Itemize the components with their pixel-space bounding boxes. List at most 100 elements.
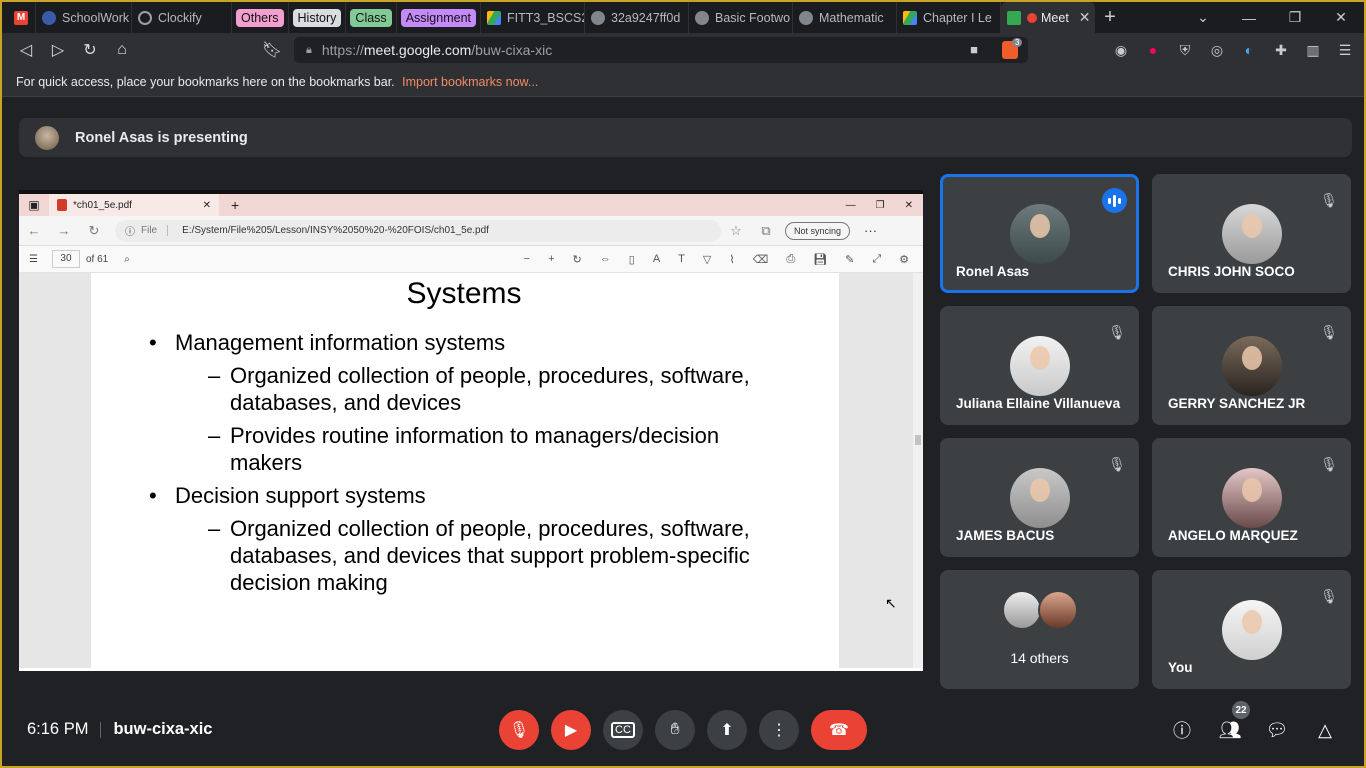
mic-off-icon: 🎙︎ xyxy=(1320,587,1338,604)
extension-1-icon[interactable]: ◉ xyxy=(1110,39,1132,61)
present-screen-icon: ⬆︎ xyxy=(720,722,734,739)
chat-button[interactable]: 💬︎ xyxy=(1257,710,1297,750)
more-icon: ··· xyxy=(864,223,878,238)
self-tile[interactable]: 🎙︎ You xyxy=(1152,570,1351,689)
page-number-field: 30 xyxy=(51,250,80,268)
puzzle-icon[interactable]: ✚ xyxy=(1270,39,1292,61)
restore-icon[interactable]: ❐ xyxy=(1272,2,1318,33)
recording-icon xyxy=(1027,12,1037,23)
avatar xyxy=(1010,204,1070,264)
extension-5-icon[interactable]: ◐ xyxy=(1238,39,1260,61)
tab-group-others[interactable]: Others xyxy=(232,2,289,33)
raise-hand-button[interactable]: ✋︎ xyxy=(655,710,695,750)
meeting-info: 6:16 PM buw-cixa-xic xyxy=(27,720,213,738)
tab-meet[interactable]: Meet ✕ xyxy=(1001,2,1095,33)
participant-tile[interactable]: 🎙︎ Juliana Ellaine Villanueva xyxy=(940,306,1139,425)
sub-bullet: Provides routine information to managers… xyxy=(208,422,750,476)
globe-icon xyxy=(591,10,605,25)
ublock-icon[interactable]: ⛨ xyxy=(1174,39,1196,61)
tab-fitt3[interactable]: FITT3_BSCS2 xyxy=(481,2,585,33)
globe-icon xyxy=(799,10,813,25)
forward-icon[interactable]: ▷ xyxy=(42,34,74,66)
extensions-area: ◉ ● ⛨ ◎ ◐ ✚ ▥ ☰ xyxy=(1110,39,1356,61)
avatar xyxy=(1222,204,1282,264)
browser-window: M SchoolWork Clockify Others History Cla… xyxy=(0,0,1366,768)
slide-title: Systems xyxy=(406,277,522,310)
activities-icon: △ xyxy=(1318,719,1332,740)
new-tab-button[interactable]: + xyxy=(1095,6,1125,29)
tab-search-icon[interactable]: ⌄ xyxy=(1180,2,1226,33)
mic-off-icon: 🎙︎ xyxy=(1108,323,1126,340)
camera-off-icon: ▶︎ xyxy=(564,722,578,739)
presenting-banner: Ronel Asas is presenting xyxy=(19,118,1352,157)
tab-group-history[interactable]: History xyxy=(289,2,347,33)
info-icon: ⓘ xyxy=(1173,721,1191,741)
globe-icon xyxy=(695,10,709,25)
extension-4-icon[interactable]: ◎ xyxy=(1206,39,1228,61)
import-bookmarks-link[interactable]: Import bookmarks now... xyxy=(402,75,538,89)
camera-in-use-icon[interactable]: ■ xyxy=(970,42,978,57)
captions-button[interactable]: CC xyxy=(603,710,643,750)
avatar xyxy=(1222,468,1282,528)
participant-tile[interactable]: 🎙︎ JAMES BACUS xyxy=(940,438,1139,557)
sub-bullet: Organized collection of people, procedur… xyxy=(208,362,750,416)
shared-screen: ▣ *ch01_5e.pdf ✕ + — ❐ ✕ ← → ↻ ⓘ File E:/S… xyxy=(19,190,923,671)
participant-tile[interactable]: 🎙︎ CHRIS JOHN SOCO xyxy=(1152,174,1351,293)
extension-2-icon[interactable]: ● xyxy=(1142,39,1164,61)
bullet-dss: Decision support systems xyxy=(149,482,426,509)
back-icon[interactable]: ◁ xyxy=(10,34,42,66)
address-bar[interactable]: 🔒︎ https://meet.google.com/buw-cixa-xic … xyxy=(294,37,1028,63)
back-icon: ← xyxy=(27,223,41,238)
captions-icon: CC xyxy=(611,722,635,738)
brave-shields-icon[interactable]: 3 xyxy=(1002,38,1023,59)
more-vert-icon: ⋮ xyxy=(771,722,787,739)
mic-off-icon: 🎙︎ xyxy=(1320,323,1338,340)
tab-strip: M SchoolWork Clockify Others History Cla… xyxy=(2,2,1364,33)
reload-icon[interactable]: ↻ xyxy=(74,34,106,66)
participant-tile[interactable]: Ronel Asas xyxy=(940,174,1139,293)
mic-toggle-button[interactable]: 🎙︎ xyxy=(499,710,539,750)
avatar xyxy=(1010,468,1070,528)
gmail-icon: M xyxy=(14,10,28,25)
leave-call-button[interactable]: ☎︎ xyxy=(811,710,867,750)
home-icon[interactable]: ⌂ xyxy=(106,34,138,66)
favorites-icon: ☆ xyxy=(730,222,742,238)
menu-icon[interactable]: ☰ xyxy=(1334,39,1356,61)
mic-off-icon: 🎙︎ xyxy=(508,722,530,739)
tab-mathematics[interactable]: Mathematic xyxy=(793,2,897,33)
shared-address-bar: ← → ↻ ⓘ File E:/System/File%205/Lesson/I… xyxy=(19,216,923,246)
tab-32a9247[interactable]: 32a9247ff0d xyxy=(585,2,689,33)
meeting-details-button[interactable]: ⓘ xyxy=(1162,710,1202,750)
pdf-tools: − + ↻ ⇔ ▯ A T ▽ ⌇ ⌫ ⎙ 💾︎ ✎ ⤢ ⚙ xyxy=(523,252,909,266)
tab-schoolwork[interactable]: SchoolWork xyxy=(36,2,132,33)
drive-icon xyxy=(487,10,501,25)
close-window-icon[interactable]: ✕ xyxy=(1318,2,1364,33)
shared-pdf-tab: *ch01_5e.pdf ✕ xyxy=(49,194,219,216)
mouse-cursor: ↖ xyxy=(885,595,897,611)
pdf-toolbar: ☰ 30 of 61 ⌕ − + ↻ ⇔ ▯ A T ▽ ⌇ ⌫ ⎙ 💾︎ ✎ ⤢ ⚙ xyxy=(19,246,923,273)
shared-url-field: ⓘ File E:/System/File%205/Lesson/INSY%20… xyxy=(115,219,721,242)
tab-gmail[interactable]: M xyxy=(2,2,36,33)
tab-group-class[interactable]: Class xyxy=(346,2,397,33)
tab-basic-footwork[interactable]: Basic Footwo xyxy=(689,2,793,33)
activities-button[interactable]: △ xyxy=(1305,710,1345,750)
tab-clockify[interactable]: Clockify xyxy=(132,2,232,33)
people-icon: 👥︎ xyxy=(1218,719,1242,740)
present-button[interactable]: ⬆︎ xyxy=(707,710,747,750)
close-tab-icon[interactable]: ✕ xyxy=(1079,9,1091,26)
meet-stage: Ronel Asas is presenting ▣ *ch01_5e.pdf … xyxy=(2,98,1364,766)
bookmark-icon[interactable]: 🔖︎ xyxy=(256,34,288,66)
participant-tile[interactable]: 🎙︎ GERRY SANCHEZ JR xyxy=(1152,306,1351,425)
shared-browser-tabs: ▣ *ch01_5e.pdf ✕ + — ❐ ✕ xyxy=(19,194,923,216)
others-tile[interactable]: 14 others xyxy=(940,570,1139,689)
tab-chapter[interactable]: Chapter I Le xyxy=(897,2,1001,33)
participant-tile[interactable]: 🎙︎ ANGELO MARQUEZ xyxy=(1152,438,1351,557)
close-icon: ✕ xyxy=(202,199,211,211)
tab-group-assignment[interactable]: Assignment xyxy=(397,2,481,33)
sidebar-icon[interactable]: ▥ xyxy=(1302,39,1324,61)
contents-icon: ☰ xyxy=(29,253,38,265)
bookmarks-bar: For quick access, place your bookmarks h… xyxy=(2,67,1364,97)
minimize-icon[interactable]: — xyxy=(1226,2,1272,33)
more-options-button[interactable]: ⋮ xyxy=(759,710,799,750)
camera-toggle-button[interactable]: ▶︎ xyxy=(551,710,591,750)
